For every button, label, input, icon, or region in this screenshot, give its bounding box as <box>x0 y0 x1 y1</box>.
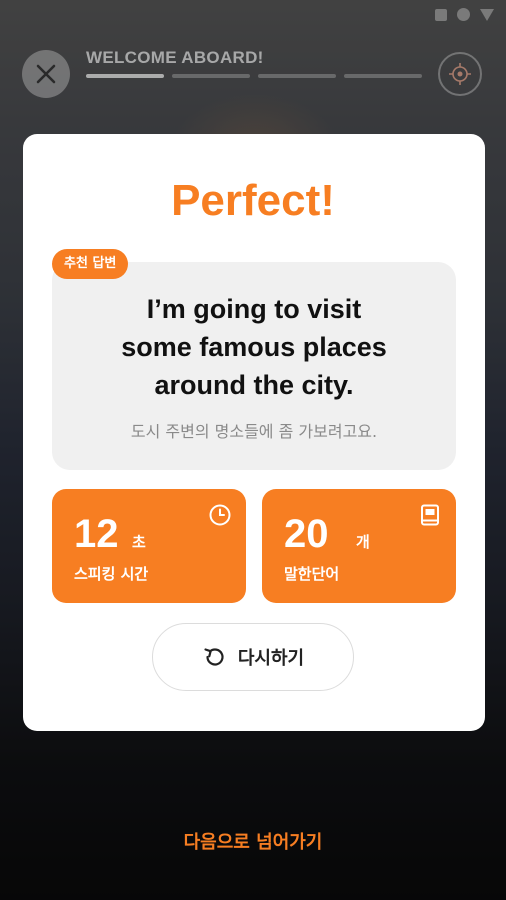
speaking-time-unit: 초 <box>132 533 146 551</box>
answer-translation: 도시 주변의 명소들에 좀 가보려고요. <box>130 422 378 441</box>
next-button[interactable]: 다음으로 넘어가기 <box>0 828 506 854</box>
speaking-time-value: 12 <box>74 512 119 556</box>
answer-line: some famous places <box>121 332 387 362</box>
target-icon <box>449 63 471 85</box>
result-title: Perfect! <box>171 176 335 225</box>
progress-segment <box>172 74 250 78</box>
lesson-title: WELCOME ABOARD! <box>86 48 264 67</box>
close-button[interactable] <box>22 50 70 98</box>
progress-segment <box>344 74 422 78</box>
close-icon <box>36 64 56 84</box>
answer-sentence: I’m going to visit some famous places ar… <box>52 290 456 404</box>
speaking-time-card: 12 초 스피킹 시간 <box>52 489 246 603</box>
retry-icon <box>204 648 224 666</box>
status-bar <box>435 8 494 21</box>
answer-line: I’m going to visit <box>146 294 362 324</box>
book-icon <box>421 504 439 526</box>
progress-segment <box>86 74 164 78</box>
wifi-icon <box>457 8 470 21</box>
signal-icon <box>480 8 494 21</box>
recommended-answer-badge: 추천 답변 <box>52 249 129 279</box>
retry-label: 다시하기 <box>237 648 305 669</box>
progress-segment <box>258 74 336 78</box>
words-spoken-unit: 개 <box>356 533 370 551</box>
answer-line: around the city. <box>154 370 354 400</box>
speaking-time-label: 스피킹 시간 <box>74 565 149 583</box>
words-spoken-label: 말한단어 <box>284 565 340 583</box>
lesson-progress <box>86 74 422 78</box>
target-button[interactable] <box>438 52 482 96</box>
retry-button[interactable]: 다시하기 <box>152 623 354 691</box>
words-spoken-value: 20 <box>284 512 329 556</box>
clock-icon <box>209 504 231 526</box>
words-spoken-card: 20 개 말한단어 <box>262 489 456 603</box>
notification-icon <box>435 8 447 21</box>
